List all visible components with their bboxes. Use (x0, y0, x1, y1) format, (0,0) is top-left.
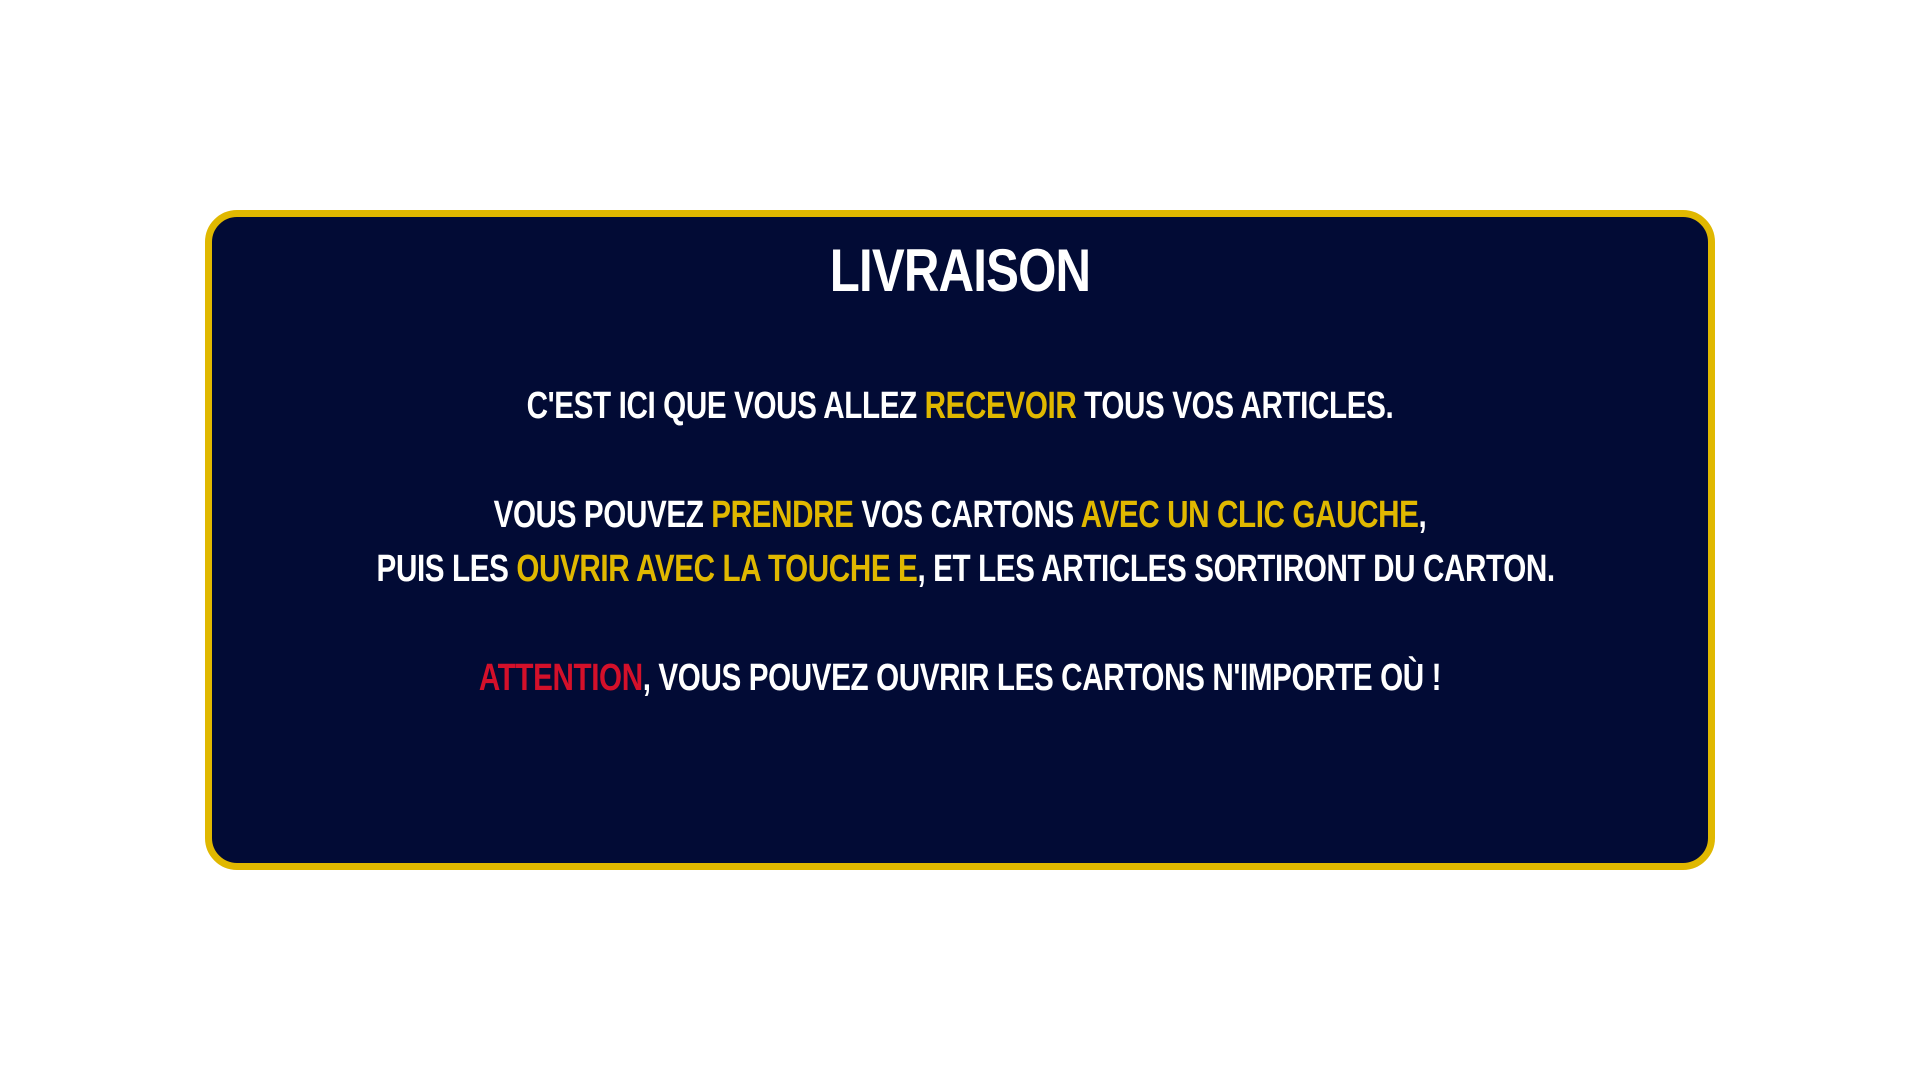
instruction-line-receive: C'EST ICI QUE VOUS ALLEZ RECEVOIR TOUS V… (377, 379, 1544, 433)
text-segment: , VOUS POUVEZ OUVRIR LES CARTONS N'IMPOR… (642, 657, 1442, 699)
text-segment: PUIS LES (376, 548, 517, 590)
warning-label: ATTENTION (478, 657, 643, 699)
instruction-line-take: VOUS POUVEZ PRENDRE VOS CARTONS AVEC UN … (377, 488, 1544, 542)
highlight-receive: RECEVOIR (924, 385, 1077, 427)
text-segment: , (1418, 494, 1427, 536)
text-segment: , ET LES ARTICLES SORTIRONT DU CARTON. (917, 548, 1555, 590)
highlight-take: PRENDRE (711, 494, 854, 536)
warning-line: ATTENTION, VOUS POUVEZ OUVRIR LES CARTON… (377, 651, 1544, 705)
text-segment: VOS CARTONS (853, 494, 1081, 536)
text-segment: VOUS POUVEZ (493, 494, 712, 536)
highlight-left-click: AVEC UN CLIC GAUCHE (1080, 494, 1419, 536)
highlight-open-key: OUVRIR AVEC LA TOUCHE E (516, 548, 918, 590)
text-segment: TOUS VOS ARTICLES. (1076, 385, 1394, 427)
text-segment: C'EST ICI QUE VOUS ALLEZ (526, 385, 925, 427)
panel-title: LIVRAISON (829, 237, 1091, 304)
tutorial-screen: LIVRAISON C'EST ICI QUE VOUS ALLEZ RECEV… (0, 0, 1920, 1080)
delivery-info-panel: LIVRAISON C'EST ICI QUE VOUS ALLEZ RECEV… (205, 210, 1715, 870)
instruction-line-open: PUIS LES OUVRIR AVEC LA TOUCHE E, ET LES… (376, 542, 1556, 596)
